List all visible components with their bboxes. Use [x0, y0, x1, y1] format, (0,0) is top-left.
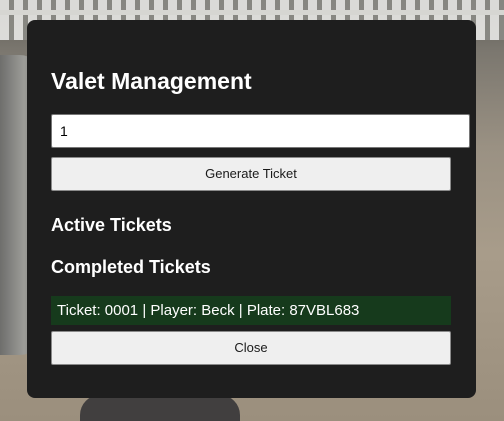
close-button[interactable]: Close: [51, 331, 451, 365]
active-tickets-heading: Active Tickets: [51, 215, 172, 235]
ticket-number-input[interactable]: [51, 114, 470, 148]
completed-ticket-item[interactable]: Ticket: 0001 | Player: Beck | Plate: 87V…: [51, 296, 451, 325]
background-fence-rail: [0, 10, 504, 15]
background-shadow: [80, 395, 240, 421]
generate-ticket-button[interactable]: Generate Ticket: [51, 157, 451, 191]
panel-title: Valet Management: [51, 68, 252, 94]
completed-tickets-heading: Completed Tickets: [51, 257, 211, 277]
valet-management-panel: Valet Management Generate Ticket Active …: [27, 20, 476, 398]
game-background: Valet Management Generate Ticket Active …: [0, 0, 504, 421]
